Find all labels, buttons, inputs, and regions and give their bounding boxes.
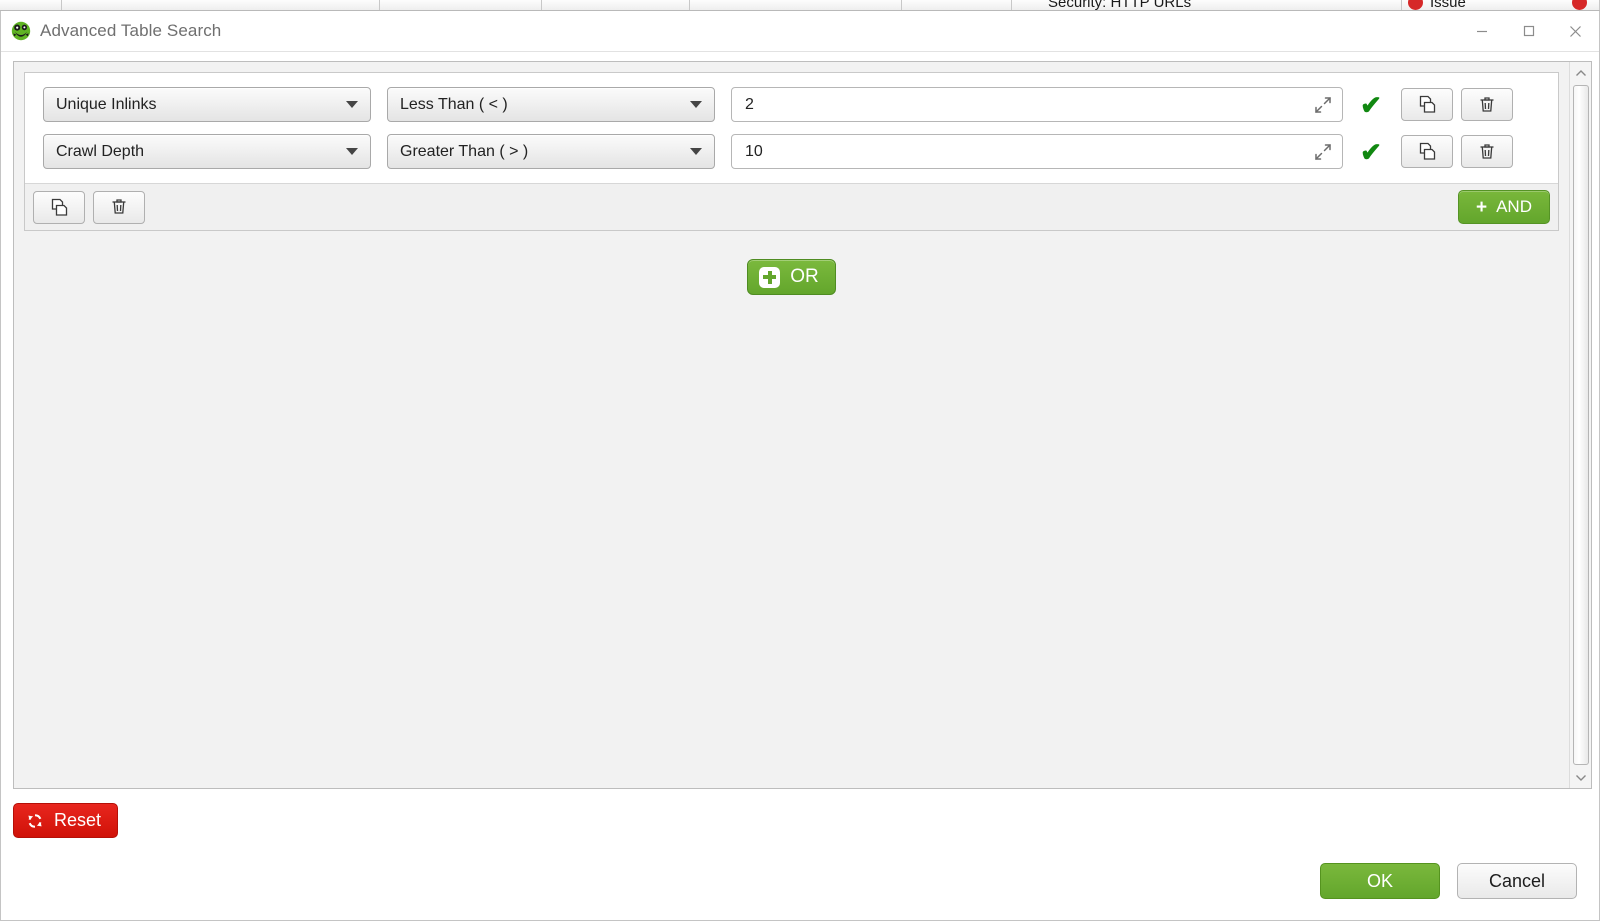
- refresh-icon: [25, 811, 45, 831]
- filter-group: Unique Inlinks Less Than ( < ) 2 ✔ Crawl…: [24, 72, 1559, 231]
- advanced-table-search-dialog: Advanced Table Search Unique Inlinks Les…: [0, 11, 1600, 921]
- filter-field-select[interactable]: Crawl Depth: [43, 134, 371, 169]
- filter-field-value: Crawl Depth: [56, 142, 145, 160]
- dialog-titlebar: Advanced Table Search: [1, 11, 1599, 52]
- trash-icon: [1477, 95, 1497, 115]
- expand-arrows-icon[interactable]: [1314, 143, 1332, 161]
- scrollbar-thumb[interactable]: [1572, 85, 1589, 765]
- maximize-icon[interactable]: [1505, 11, 1552, 52]
- filter-valid-check-icon: ✔: [1360, 89, 1382, 120]
- filter-value-input[interactable]: 10: [731, 134, 1343, 169]
- filter-valid-check-icon: ✔: [1360, 136, 1382, 167]
- filters-content: Unique Inlinks Less Than ( < ) 2 ✔ Crawl…: [14, 62, 1569, 788]
- dialog-footer: OK Cancel: [1, 838, 1599, 920]
- chevron-down-icon: [346, 148, 358, 155]
- dialog-title: Advanced Table Search: [40, 21, 222, 40]
- add-or-group-button[interactable]: OR: [747, 259, 836, 295]
- bg-issue-label: Issue: [1430, 0, 1466, 11]
- bg-column: [62, 0, 380, 10]
- filter-field-select[interactable]: Unique Inlinks: [43, 87, 371, 122]
- trash-icon: [1477, 142, 1497, 162]
- filter-value-text: 10: [745, 142, 763, 160]
- filter-row: Crawl Depth Greater Than ( > ) 10 ✔: [35, 128, 1548, 175]
- filters-vertical-scrollbar[interactable]: [1569, 62, 1591, 788]
- and-button-label: AND: [1496, 197, 1532, 216]
- delete-group-button[interactable]: [93, 190, 145, 224]
- screaming-frog-icon: [11, 21, 31, 41]
- chevron-down-icon[interactable]: [1570, 766, 1592, 788]
- bg-column: [0, 0, 62, 10]
- bg-column: [380, 0, 542, 10]
- filter-operator-select[interactable]: Greater Than ( > ): [387, 134, 715, 169]
- ok-button[interactable]: OK: [1320, 863, 1440, 899]
- filter-row: Unique Inlinks Less Than ( < ) 2 ✔: [35, 81, 1548, 128]
- chevron-down-icon: [690, 148, 702, 155]
- copy-icon: [49, 197, 70, 218]
- or-button-wrapper: OR: [24, 259, 1559, 295]
- trash-icon: [109, 197, 129, 217]
- reset-button-label: Reset: [54, 810, 102, 830]
- close-icon[interactable]: [1552, 11, 1599, 52]
- background-app-strip: Security: HTTP URLs Issue: [0, 0, 1600, 11]
- scrollbar-track[interactable]: [1570, 84, 1592, 766]
- expand-arrows-icon[interactable]: [1314, 96, 1332, 114]
- add-and-condition-button[interactable]: + AND: [1457, 190, 1550, 224]
- duplicate-filter-button[interactable]: [1401, 88, 1453, 121]
- filter-value-text: 2: [745, 95, 754, 113]
- chevron-down-icon: [346, 101, 358, 108]
- plus-icon: +: [1475, 196, 1488, 218]
- bg-column: [542, 0, 690, 10]
- bg-column: [690, 0, 902, 10]
- filters-scroll-region: Unique Inlinks Less Than ( < ) 2 ✔ Crawl…: [13, 61, 1592, 789]
- reset-button[interactable]: Reset: [13, 803, 119, 838]
- filter-value-input[interactable]: 2: [731, 87, 1343, 122]
- duplicate-filter-button[interactable]: [1401, 135, 1453, 168]
- copy-icon: [1417, 141, 1438, 162]
- delete-filter-button[interactable]: [1461, 135, 1513, 168]
- filter-operator-value: Less Than ( < ): [400, 95, 508, 113]
- minimize-icon[interactable]: [1458, 11, 1505, 52]
- filter-operator-select[interactable]: Less Than ( < ): [387, 87, 715, 122]
- filter-operator-value: Greater Than ( > ): [400, 142, 529, 160]
- filter-group-footer: + AND: [25, 183, 1558, 230]
- delete-filter-button[interactable]: [1461, 88, 1513, 121]
- cancel-button[interactable]: Cancel: [1457, 863, 1577, 899]
- bg-security-label: Security: HTTP URLs: [1048, 0, 1192, 11]
- copy-icon: [1417, 94, 1438, 115]
- filter-field-value: Unique Inlinks: [56, 95, 157, 113]
- dialog-body: Unique Inlinks Less Than ( < ) 2 ✔ Crawl…: [1, 52, 1599, 920]
- or-button-label: OR: [790, 266, 819, 287]
- duplicate-group-button[interactable]: [33, 190, 85, 224]
- window-controls: [1458, 11, 1599, 52]
- filter-group-rows: Unique Inlinks Less Than ( < ) 2 ✔ Crawl…: [25, 73, 1558, 183]
- chevron-up-icon[interactable]: [1570, 62, 1592, 84]
- reset-bar: Reset: [1, 789, 1599, 838]
- plus-icon: [759, 266, 781, 288]
- chevron-down-icon: [690, 101, 702, 108]
- bg-column: [902, 0, 1012, 10]
